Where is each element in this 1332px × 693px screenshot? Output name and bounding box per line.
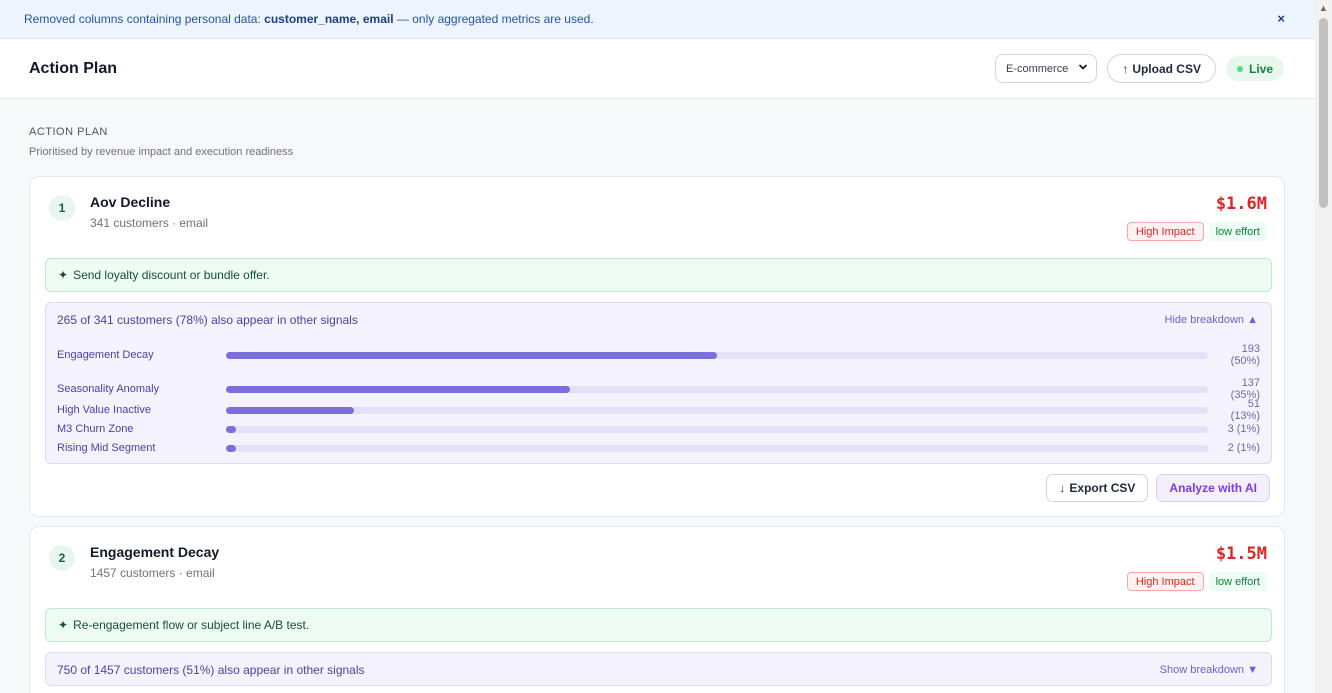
revenue-amount: $1.6M (1215, 194, 1267, 214)
hide-breakdown-toggle[interactable]: Hide breakdown ▲ (1165, 314, 1258, 326)
overlap-panel: 750 of 1457 customers (51%) also appear … (45, 652, 1272, 686)
impact-badge: High Impact (1126, 222, 1204, 241)
breakdown-label: Engagement Decay (57, 349, 154, 361)
revenue-amount: $1.5M (1215, 544, 1267, 564)
sparkle-icon: ✦ (58, 268, 69, 282)
recommendation-text: Send loyalty discount or bundle offer. (73, 268, 270, 282)
breakdown-bar-fill (226, 386, 570, 393)
breakdown-row: High Value Inactive 51 (13%) (57, 398, 1260, 422)
recommendation-box: ✦ Re-engagement flow or subject line A/B… (45, 608, 1272, 642)
vertical-select-value: E-commerce (1005, 62, 1069, 75)
overlap-summary: 265 of 341 customers (78%) also appear i… (57, 313, 358, 327)
section-eyebrow: ACTION PLAN (29, 126, 108, 138)
scroll-up-icon[interactable]: ▲ (1319, 3, 1328, 13)
breakdown-bar-track (226, 352, 1208, 359)
action-card: 2 Engagement Decay 1457 customers · emai… (29, 526, 1285, 693)
card-title: Engagement Decay (90, 544, 220, 560)
breakdown-row: Engagement Decay 193 (50%) (57, 340, 1260, 370)
toggle-label: Hide breakdown (1164, 314, 1245, 326)
breakdown-value: 193 (50%) (1230, 343, 1260, 367)
page-scrollbar[interactable]: ▲ (1315, 0, 1332, 693)
live-label: Live (1248, 61, 1273, 76)
recommendation-box: ✦ Send loyalty discount or bundle offer. (45, 258, 1272, 292)
breakdown-value: 3 (1%) (1227, 423, 1260, 435)
scrollbar-thumb[interactable] (1319, 18, 1328, 208)
breakdown-bar-fill (226, 445, 236, 452)
breakdown-label: High Value Inactive (57, 404, 151, 416)
analyze-with-ai-button[interactable]: Analyze with AI (1156, 474, 1270, 502)
arrow-up-icon: ↑ (1122, 61, 1129, 76)
impact-badge: High Impact (1126, 572, 1204, 591)
rank-badge: 2 (49, 545, 75, 571)
breakdown-label: M3 Churn Zone (57, 423, 134, 435)
show-breakdown-toggle[interactable]: Show breakdown ▼ (1160, 664, 1258, 676)
breakdown-label: Seasonality Anomaly (57, 383, 160, 395)
card-title: Aov Decline (90, 194, 171, 210)
breakdown-bar-fill (226, 352, 717, 359)
vertical-select[interactable]: E-commerce (994, 54, 1098, 83)
breakdown-bar-track (226, 426, 1208, 433)
privacy-banner: Removed columns containing personal data… (0, 0, 1315, 39)
chevron-down-icon (1078, 62, 1088, 75)
upload-csv-label: Upload CSV (1132, 61, 1201, 76)
breakdown-bar-track (226, 407, 1208, 414)
breakdown-value: 2 (1%) (1227, 442, 1260, 454)
card-meta: 1457 customers · email (90, 566, 215, 580)
action-card: 1 Aov Decline 341 customers · email $1.6… (29, 176, 1285, 517)
rank-badge: 1 (49, 195, 75, 221)
section-heading: ACTION PLAN Prioritised by revenue impac… (29, 126, 293, 158)
breakdown-bar-fill (226, 426, 236, 433)
effort-badge: low effort (1208, 572, 1267, 591)
breakdown-row: M3 Churn Zone 3 (1%) (57, 419, 1260, 439)
triangle-down-icon: ▼ (1247, 664, 1258, 676)
live-status-badge: Live (1225, 56, 1284, 81)
live-dot-icon (1236, 65, 1243, 72)
breakdown-label: Rising Mid Segment (57, 442, 156, 454)
breakdown-bar-fill (226, 407, 354, 414)
upload-csv-button[interactable]: ↑ Upload CSV (1107, 54, 1216, 83)
breakdown-bar-track (226, 445, 1208, 452)
page-title: Action Plan (29, 59, 118, 77)
section-subtitle: Prioritised by revenue impact and execut… (29, 146, 294, 158)
recommendation-text: Re-engagement flow or subject line A/B t… (73, 618, 310, 632)
effort-badge: low effort (1208, 222, 1267, 241)
arrow-down-icon: ↓ (1059, 481, 1066, 495)
app-header: Action Plan E-commerce ↑ Upload CSV Live (0, 39, 1315, 99)
banner-columns: customer_name, email (264, 12, 394, 26)
overlap-panel: 265 of 341 customers (78%) also appear i… (45, 302, 1272, 464)
breakdown-row: Rising Mid Segment 2 (1%) (57, 438, 1260, 458)
close-icon[interactable]: × (1277, 11, 1285, 26)
card-meta: 341 customers · email (90, 216, 209, 230)
overlap-summary: 750 of 1457 customers (51%) also appear … (57, 663, 365, 677)
triangle-up-icon: ▲ (1247, 314, 1258, 326)
banner-text: Removed columns containing personal data… (24, 12, 594, 26)
export-csv-label: Export CSV (1069, 481, 1136, 495)
toggle-label: Show breakdown (1159, 664, 1245, 676)
breakdown-bar-track (226, 386, 1208, 393)
sparkle-icon: ✦ (58, 618, 69, 632)
export-csv-button[interactable]: ↓ Export CSV (1046, 474, 1149, 502)
